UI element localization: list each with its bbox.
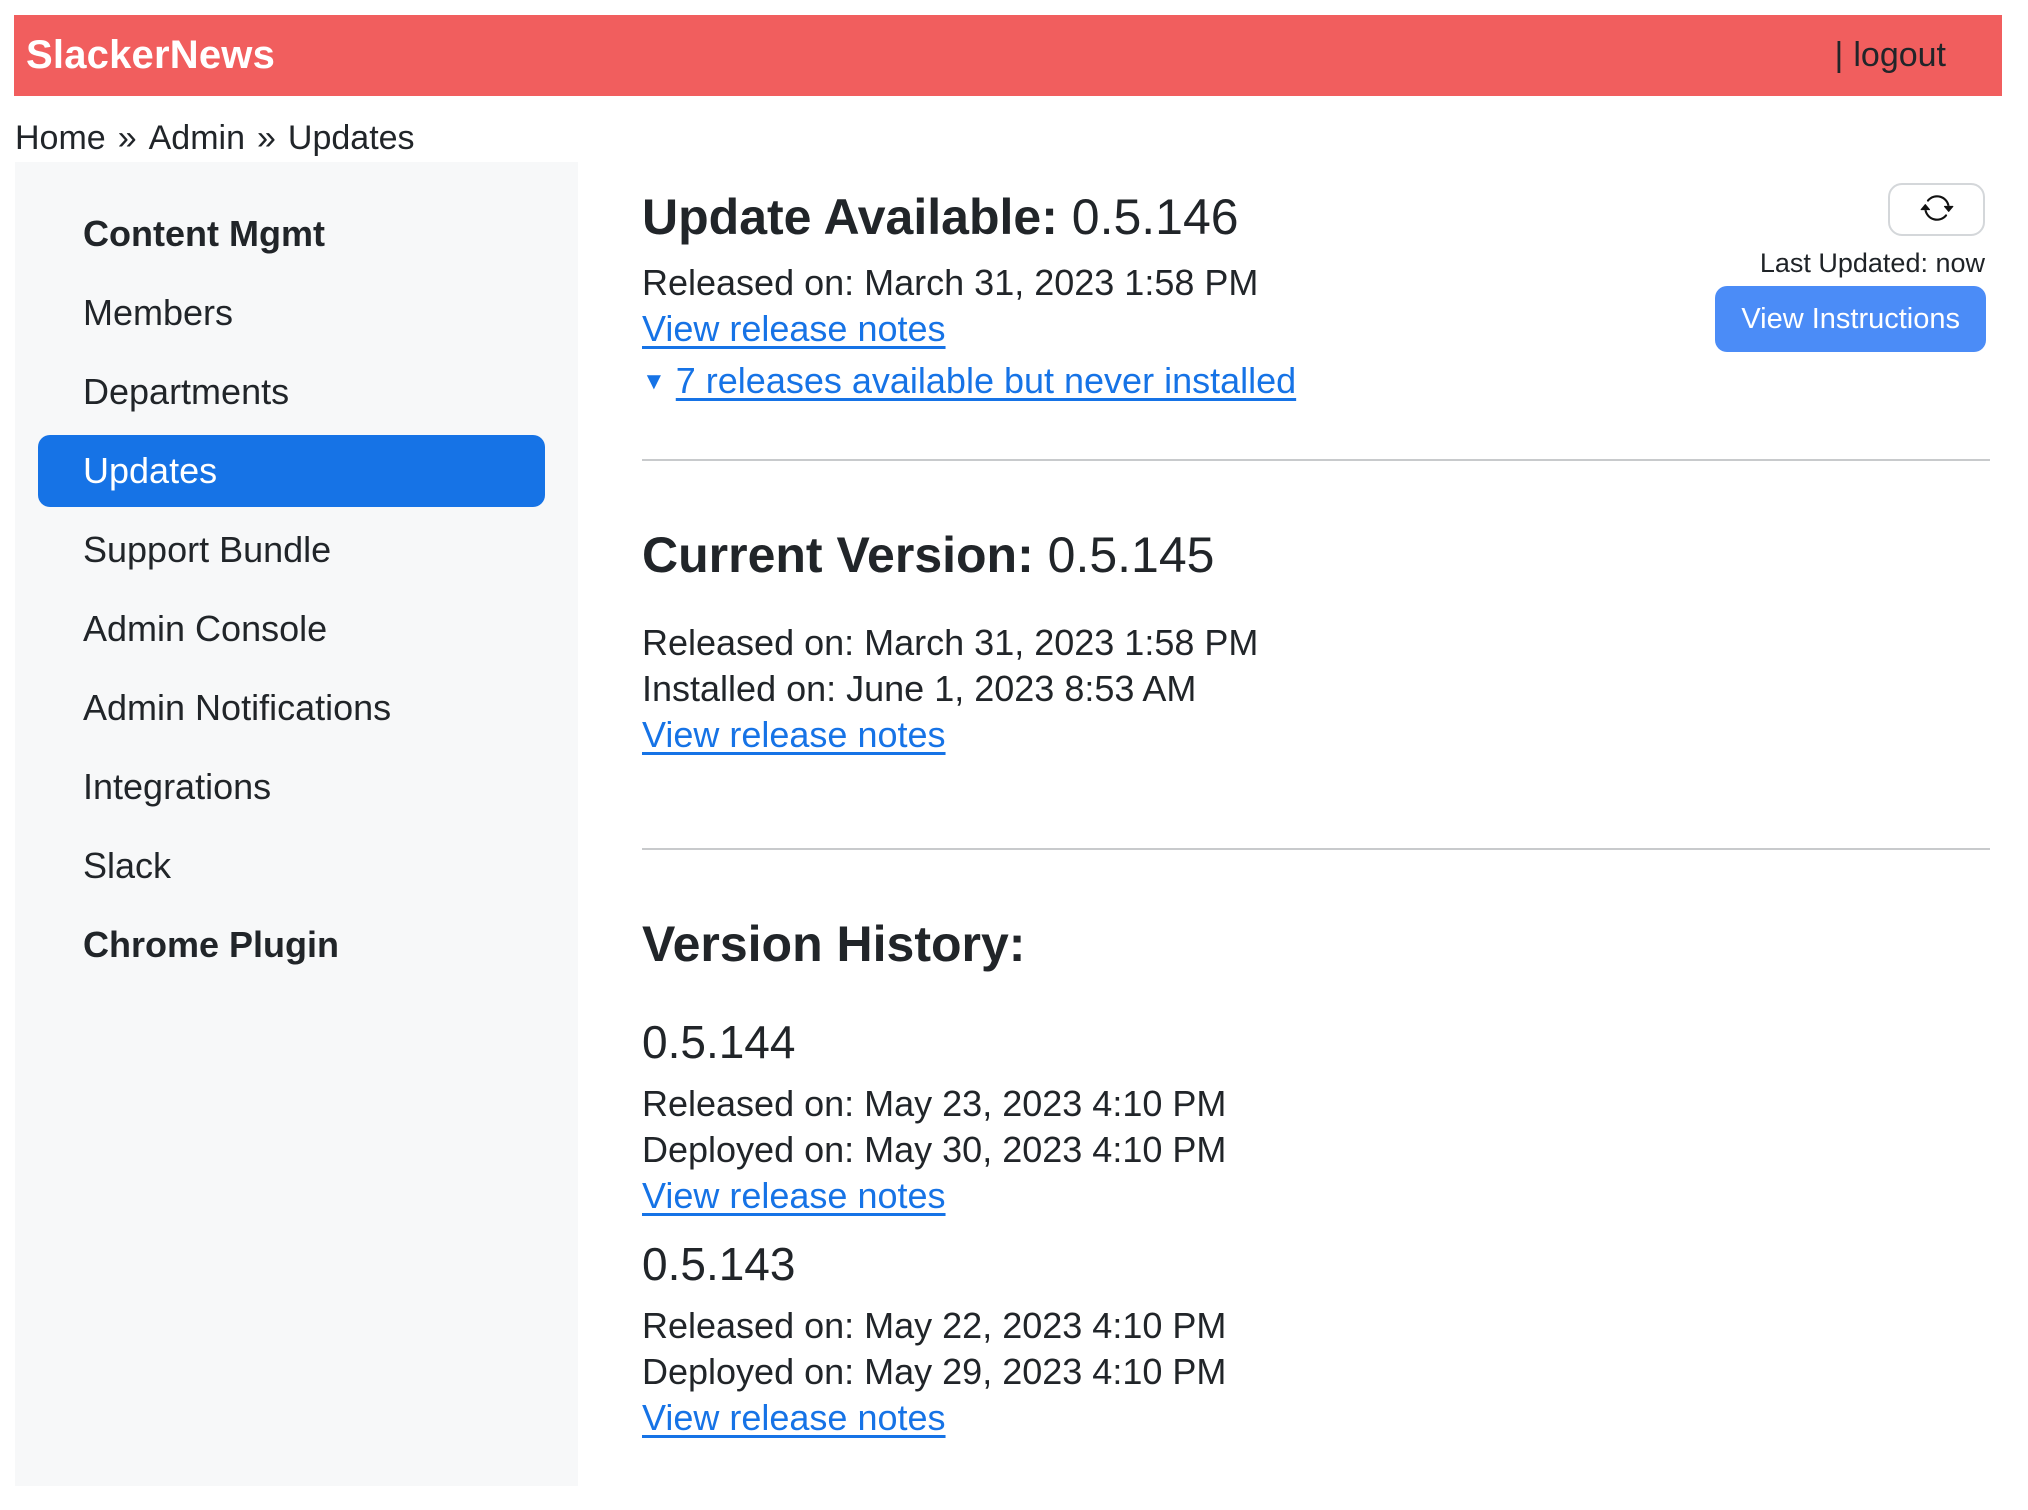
breadcrumb-separator: » — [257, 119, 276, 158]
refresh-icon — [1920, 191, 1954, 228]
breadcrumb-separator: » — [118, 119, 137, 158]
refresh-button[interactable] — [1888, 183, 1985, 236]
breadcrumb: Home » Admin » Updates — [0, 96, 2028, 162]
app-brand: SlackerNews — [26, 33, 275, 78]
updates-main-content: Last Updated: now View Instructions Upda… — [578, 162, 2002, 1486]
sidebar-item-content-mgmt[interactable]: Content Mgmt — [38, 198, 545, 270]
history-version-number: 0.5.143 — [642, 1237, 2002, 1291]
sidebar-item-admin-console[interactable]: Admin Console — [38, 593, 545, 665]
top-nav-bar: SlackerNews | logout — [14, 15, 2002, 96]
update-release-notes-link[interactable]: View release notes — [642, 308, 946, 349]
history-release-notes-line: View release notes — [642, 1173, 2002, 1219]
current-released-on: Released on: March 31, 2023 1:58 PM — [642, 620, 2002, 666]
sidebar-item-support-bundle[interactable]: Support Bundle — [38, 514, 545, 586]
update-available-heading: Update Available: 0.5.146 — [642, 187, 2002, 248]
breadcrumb-updates-current: Updates — [288, 119, 415, 158]
update-available-label: Update Available: — [642, 189, 1058, 245]
history-entry: 0.5.144 Released on: May 23, 2023 4:10 P… — [642, 1015, 2002, 1219]
view-instructions-button[interactable]: View Instructions — [1715, 286, 1986, 352]
history-release-notes-link[interactable]: View release notes — [642, 1175, 946, 1216]
section-divider — [642, 459, 1990, 461]
sidebar-item-members[interactable]: Members — [38, 277, 545, 349]
history-release-notes-link[interactable]: View release notes — [642, 1397, 946, 1438]
sidebar-item-admin-notifications[interactable]: Admin Notifications — [38, 672, 545, 744]
admin-sidebar: Content Mgmt Members Departments Updates… — [15, 162, 578, 1486]
current-version-label: Current Version: — [642, 527, 1034, 583]
current-installed-on: Installed on: June 1, 2023 8:53 AM — [642, 666, 2002, 712]
history-released-on: Released on: May 22, 2023 4:10 PM — [642, 1303, 2002, 1349]
releases-toggle-line: ▼7 releases available but never installe… — [642, 358, 2002, 405]
releases-toggle-label: 7 releases available but never installed — [676, 360, 1296, 401]
breadcrumb-home[interactable]: Home — [15, 119, 106, 158]
current-release-notes-line: View release notes — [642, 712, 2002, 758]
history-release-notes-line: View release notes — [642, 1395, 2002, 1441]
section-divider — [642, 848, 1990, 850]
page-layout: Content Mgmt Members Departments Updates… — [15, 162, 2002, 1486]
version-history-heading: Version History: — [642, 914, 2002, 975]
last-updated-status: Last Updated: now — [1760, 248, 1985, 279]
logout-container: | logout — [1835, 36, 1946, 75]
breadcrumb-admin[interactable]: Admin — [149, 119, 245, 158]
history-deployed-on: Deployed on: May 30, 2023 4:10 PM — [642, 1127, 2002, 1173]
sidebar-item-updates[interactable]: Updates — [38, 435, 545, 507]
sidebar-item-departments[interactable]: Departments — [38, 356, 545, 428]
history-version-number: 0.5.144 — [642, 1015, 2002, 1069]
update-available-version: 0.5.146 — [1072, 189, 1239, 245]
sidebar-item-integrations[interactable]: Integrations — [38, 751, 545, 823]
logout-separator: | — [1835, 36, 1844, 75]
history-deployed-on: Deployed on: May 29, 2023 4:10 PM — [642, 1349, 2002, 1395]
sidebar-item-chrome-plugin[interactable]: Chrome Plugin — [38, 909, 545, 981]
current-release-notes-link[interactable]: View release notes — [642, 714, 946, 755]
logout-link[interactable]: logout — [1853, 36, 1946, 75]
releases-toggle-link[interactable]: ▼7 releases available but never installe… — [642, 360, 1296, 401]
current-version-number: 0.5.145 — [1048, 527, 1215, 583]
history-released-on: Released on: May 23, 2023 4:10 PM — [642, 1081, 2002, 1127]
current-version-heading: Current Version: 0.5.145 — [642, 525, 2002, 586]
sidebar-item-slack[interactable]: Slack — [38, 830, 545, 902]
history-entry: 0.5.143 Released on: May 22, 2023 4:10 P… — [642, 1237, 2002, 1441]
caret-down-icon: ▼ — [642, 359, 666, 405]
